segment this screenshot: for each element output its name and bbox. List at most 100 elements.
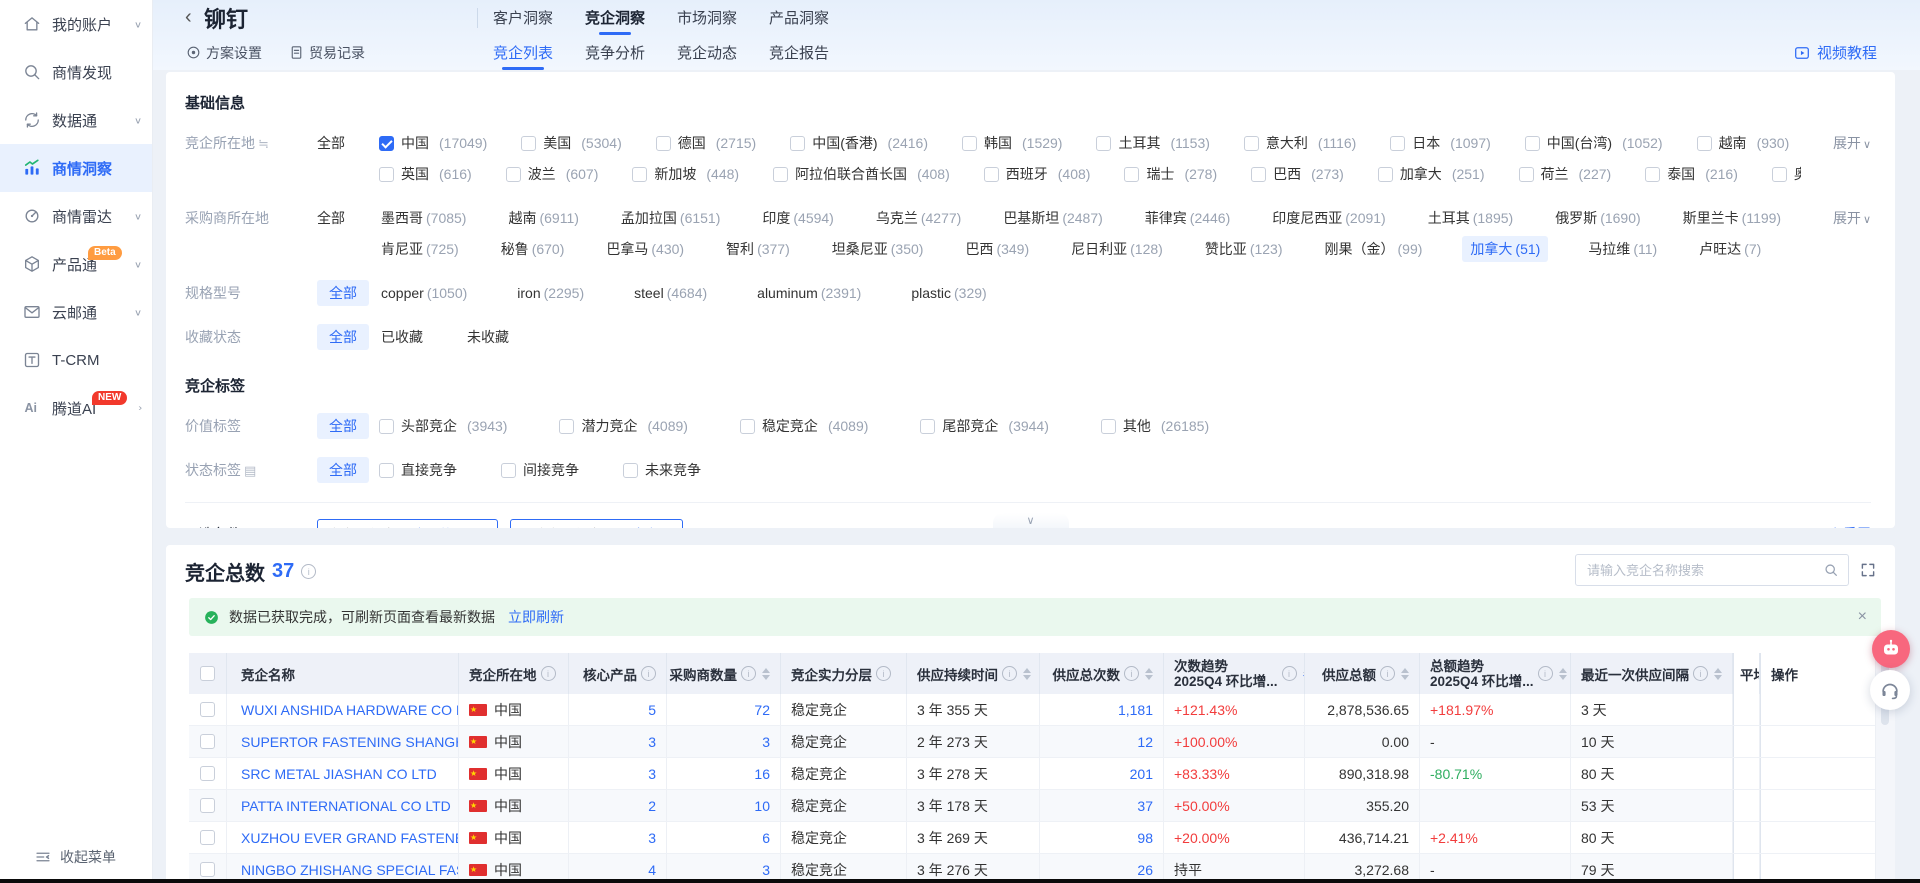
filter-option-其他[interactable]: 其他(26185) — [1101, 413, 1209, 439]
cell-core[interactable]: 5 — [569, 694, 667, 725]
collapse-filter-panel-button[interactable]: ∨ — [993, 513, 1069, 528]
checkbox[interactable] — [1096, 136, 1111, 151]
filter-option-中国(香港)[interactable]: 中国(香港)(2416) — [790, 130, 928, 156]
cell-buyers[interactable]: 10 — [667, 790, 781, 821]
remove-chip-icon[interactable]: × — [665, 526, 673, 528]
info-icon[interactable]: i — [1380, 666, 1395, 681]
info-icon[interactable]: i — [1693, 666, 1708, 681]
tab-客户洞察[interactable]: 客户洞察 — [493, 7, 553, 28]
row-checkbox[interactable] — [200, 766, 215, 781]
filter-option-泰国[interactable]: 泰国(216) — [1645, 161, 1738, 187]
remove-chip-icon[interactable]: × — [479, 526, 487, 528]
filter-option-稳定竞企[interactable]: 稳定竞企(4089) — [740, 413, 868, 439]
all-option[interactable]: 全部 — [317, 324, 369, 350]
filter-option-卢旺达[interactable]: 卢旺达(7) — [1697, 236, 1763, 262]
filter-option-越南[interactable]: 越南(6911) — [506, 205, 580, 231]
filter-option-尾部竞企[interactable]: 尾部竞企(3944) — [920, 413, 1048, 439]
filter-option-iron[interactable]: iron(2295) — [515, 280, 586, 306]
checkbox[interactable] — [632, 167, 647, 182]
filter-option-西班牙[interactable]: 西班牙(408) — [984, 161, 1091, 187]
filter-option-阿拉伯联合酋长国[interactable]: 阿拉伯联合酋长国(408) — [773, 161, 950, 187]
sidebar-item-T-CRM[interactable]: T-CRM — [0, 336, 152, 384]
row-checkbox[interactable] — [200, 798, 215, 813]
filter-option-美国[interactable]: 美国(5304) — [521, 130, 621, 156]
sidebar-item-腾道AI[interactable]: Ai腾道AINEW› — [0, 384, 152, 432]
filter-option-肯尼亚[interactable]: 肯尼亚(725) — [379, 236, 461, 262]
info-icon[interactable]: i — [1124, 666, 1139, 681]
filter-option-巴西[interactable]: 巴西(273) — [1251, 161, 1344, 187]
sidebar-item-云邮通[interactable]: 云邮通∨ — [0, 288, 152, 336]
checkbox[interactable] — [656, 136, 671, 151]
cell-times[interactable]: 37 — [1040, 790, 1164, 821]
expand-button[interactable]: 展开∨ — [1833, 130, 1871, 158]
checkbox[interactable] — [1244, 136, 1259, 151]
checkbox[interactable] — [379, 167, 394, 182]
checkbox[interactable] — [1697, 136, 1712, 151]
filter-option-加拿大[interactable]: 加拿大(51) — [1462, 236, 1548, 262]
all-option[interactable]: 全部 — [317, 413, 369, 439]
checkbox[interactable] — [740, 419, 755, 434]
checkbox[interactable] — [506, 167, 521, 182]
filter-option-头部竞企[interactable]: 头部竞企(3943) — [379, 413, 507, 439]
all-option[interactable]: 全部 — [317, 135, 345, 151]
sort-desc-arrow[interactable] — [1559, 675, 1567, 680]
cell-times[interactable]: 201 — [1040, 758, 1164, 789]
checkbox[interactable] — [1525, 136, 1540, 151]
checkbox[interactable] — [1390, 136, 1405, 151]
checkbox[interactable] — [521, 136, 536, 151]
filter-option-刚果（金）[interactable]: 刚果（金）(99) — [1323, 236, 1425, 262]
filter-option-直接竞争[interactable]: 直接竞争 — [379, 457, 457, 483]
row-checkbox[interactable] — [200, 830, 215, 845]
filter-option-未收藏[interactable]: 未收藏 — [465, 324, 511, 350]
sort-icon[interactable] — [1401, 668, 1409, 680]
info-icon[interactable]: i — [876, 666, 891, 681]
cell-name[interactable]: PATTA INTERNATIONAL CO LTD — [227, 790, 459, 821]
filter-option-未来竞争[interactable]: 未来竞争 — [623, 457, 701, 483]
checkbox[interactable] — [501, 463, 516, 478]
filter-option-copper[interactable]: copper(1050) — [379, 280, 469, 306]
back-button[interactable]: ‹ — [185, 4, 192, 30]
sort-icon[interactable] — [1559, 668, 1567, 680]
sort-icon[interactable] — [762, 668, 770, 680]
all-option[interactable]: 全部 — [317, 280, 369, 306]
filter-option-秘鲁[interactable]: 秘鲁(670) — [499, 236, 567, 262]
row-checkbox[interactable] — [200, 702, 215, 717]
checkbox[interactable] — [790, 136, 805, 151]
cell-name[interactable]: XUZHOU EVER GRAND FASTENERS... — [227, 822, 459, 853]
sort-desc-arrow[interactable] — [1401, 675, 1409, 680]
filter-option-潜力竞企[interactable]: 潜力竞企(4089) — [559, 413, 687, 439]
info-icon[interactable]: i — [741, 666, 756, 681]
sort-asc-arrow[interactable] — [1145, 668, 1153, 673]
magnifier-icon[interactable] — [1823, 562, 1839, 578]
sort-asc-arrow[interactable] — [1714, 668, 1722, 673]
checkbox[interactable] — [623, 463, 638, 478]
sort-asc-arrow[interactable] — [1559, 668, 1567, 673]
filter-option-英国[interactable]: 英国(616) — [379, 161, 472, 187]
support-headset-icon[interactable] — [1870, 670, 1910, 710]
filter-option-俄罗斯[interactable]: 俄罗斯(1690) — [1553, 205, 1642, 231]
checkbox[interactable] — [1101, 419, 1116, 434]
filter-option-赞比亚[interactable]: 赞比亚(123) — [1203, 236, 1285, 262]
cell-name[interactable]: SUPERTOR FASTENING SHANGHAI... — [227, 726, 459, 757]
checkbox[interactable] — [984, 167, 999, 182]
tab-产品洞察[interactable]: 产品洞察 — [769, 7, 829, 28]
video-tutorial-button[interactable]: 视频教程 — [1793, 35, 1877, 70]
filter-option-巴拿马[interactable]: 巴拿马(430) — [604, 236, 686, 262]
company-search-input[interactable] — [1585, 562, 1823, 579]
cell-name[interactable]: WUXI ANSHIDA HARDWARE CO LTD — [227, 694, 459, 725]
cell-core[interactable]: 3 — [569, 726, 667, 757]
sort-icon[interactable] — [1145, 668, 1153, 680]
checkbox[interactable] — [773, 167, 788, 182]
filter-option-中国[interactable]: 中国(17049) — [379, 130, 487, 156]
filter-option-steel[interactable]: steel(4684) — [632, 280, 709, 306]
checkbox-checked[interactable] — [379, 136, 394, 151]
expand-button[interactable]: 展开∨ — [1833, 205, 1871, 233]
filter-option-墨西哥[interactable]: 墨西哥(7085) — [379, 205, 468, 231]
filter-option-印度[interactable]: 印度(4594) — [760, 205, 835, 231]
filter-option-马拉维[interactable]: 马拉维(11) — [1586, 236, 1659, 262]
subtab-竞企动态[interactable]: 竞企动态 — [677, 42, 737, 63]
sort-asc-arrow[interactable] — [1401, 668, 1409, 673]
subtab-竞企报告[interactable]: 竞企报告 — [769, 42, 829, 63]
filter-option-间接竞争[interactable]: 间接竞争 — [501, 457, 579, 483]
info-icon[interactable]: i — [1282, 666, 1297, 681]
